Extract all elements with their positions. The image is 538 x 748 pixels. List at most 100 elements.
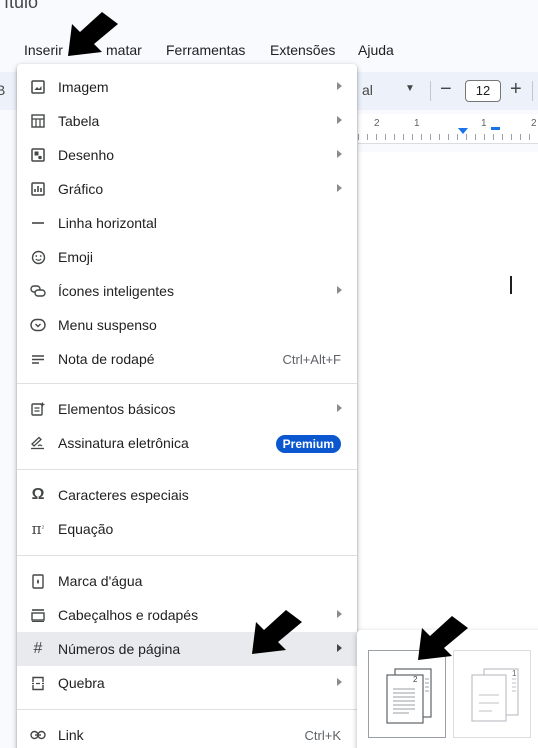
- menu-item-label: Quebra: [58, 675, 105, 691]
- premium-badge: Premium: [275, 435, 341, 453]
- menu-item-label: Emoji: [58, 249, 94, 265]
- font-caret-icon[interactable]: ▼: [405, 83, 415, 94]
- menu-item-label: Menu suspenso: [58, 317, 157, 333]
- submenu-arrow-icon: [337, 82, 342, 90]
- ruler[interactable]: 2 1 1 2: [358, 114, 538, 144]
- menu-item-label: Nota de rodapé: [58, 351, 155, 367]
- menu-item-grafico[interactable]: Gráfico: [17, 172, 357, 206]
- header-footer-icon: [30, 607, 46, 623]
- menu-item-desenho[interactable]: Desenho: [17, 138, 357, 172]
- drawing-icon: [30, 147, 46, 163]
- menu-item-nota-de-rodape[interactable]: Nota de rodapé Ctrl+Alt+F: [17, 342, 357, 376]
- text-cursor: [510, 276, 512, 294]
- menu-item-label: Marca d'água: [58, 573, 143, 589]
- page-number-option-top-right-skip-first[interactable]: 1: [453, 650, 531, 738]
- dropdown-icon: [30, 317, 46, 333]
- increase-font-size-button[interactable]: +: [510, 78, 522, 101]
- menu-item-label: Link: [58, 727, 84, 743]
- menu-item-imagem[interactable]: Imagem: [17, 70, 357, 104]
- document-title[interactable]: ítulo: [4, 0, 38, 13]
- menu-divider: [17, 709, 357, 710]
- menu-item-elementos-basicos[interactable]: Elementos básicos: [17, 392, 357, 426]
- menu-item-linha-horizontal[interactable]: Linha horizontal: [17, 206, 357, 240]
- menu-item-numeros-de-pagina[interactable]: # Números de página: [17, 632, 357, 666]
- page-number-label: 2: [413, 675, 418, 684]
- toolbar-separator: [430, 81, 431, 101]
- menu-item-menu-suspenso[interactable]: Menu suspenso: [17, 308, 357, 342]
- menu-item-label: Equação: [58, 521, 114, 537]
- menu-item-equacao[interactable]: π² Equação: [17, 512, 357, 546]
- menu-item-label: Assinatura eletrônica: [58, 435, 189, 451]
- image-icon: [30, 79, 46, 95]
- table-icon: [30, 113, 46, 129]
- menu-item-quebra[interactable]: Quebra: [17, 666, 357, 700]
- submenu-arrow-icon: [337, 610, 342, 618]
- ruler-label: 2: [531, 118, 537, 129]
- shortcut-text: Ctrl+K: [304, 728, 341, 743]
- format-glyph-icon[interactable]: B: [0, 82, 5, 98]
- ruler-label: 1: [414, 118, 420, 129]
- hash-icon: #: [33, 640, 43, 657]
- page-number-top-right-icon: [386, 668, 432, 724]
- indent-marker[interactable]: [458, 128, 468, 134]
- menu-item-label: Cabeçalhos e rodapés: [58, 607, 199, 623]
- smart-chips-icon: [30, 283, 46, 299]
- page-number-label: 1: [512, 669, 517, 678]
- submenu-arrow-icon: [337, 678, 342, 686]
- font-name-select[interactable]: al: [362, 82, 373, 98]
- menu-item-label: Tabela: [58, 113, 100, 129]
- menu-item-icones-inteligentes[interactable]: Ícones inteligentes: [17, 274, 357, 308]
- ruler-label: 2: [374, 118, 380, 129]
- esignature-icon: [30, 435, 46, 451]
- page-number-skip-first-icon: [471, 668, 519, 722]
- menu-item-cabecalhos-e-rodapes[interactable]: Cabeçalhos e rodapés: [17, 598, 357, 632]
- insert-menu: Imagem Tabela Desenho Gráfico Linha hori…: [17, 64, 357, 748]
- menu-inserir[interactable]: Inserir: [24, 42, 63, 58]
- menu-divider: [17, 469, 357, 470]
- menu-item-label: Números de página: [58, 641, 181, 657]
- menu-item-marca-dagua[interactable]: Marca d'água: [17, 564, 357, 598]
- menu-item-assinatura-eletronica[interactable]: Assinatura eletrônica Premium: [17, 426, 357, 460]
- menu-ferramentas[interactable]: Ferramentas: [166, 42, 245, 58]
- menu-item-label: Elementos básicos: [58, 401, 176, 417]
- pointer-arrow-icon: [68, 12, 118, 56]
- omega-icon: Ω: [31, 486, 45, 503]
- menu-item-label: Gráfico: [58, 181, 104, 197]
- submenu-arrow-icon: [337, 150, 342, 158]
- horizontal-line-icon: [30, 215, 46, 231]
- ruler-ticks: [358, 134, 538, 140]
- menu-extensoes[interactable]: Extensões: [270, 42, 335, 58]
- menu-item-link[interactable]: Link Ctrl+K: [17, 718, 357, 748]
- menu-item-label: Imagem: [58, 79, 109, 95]
- watermark-icon: [30, 573, 46, 589]
- submenu-arrow-icon: [337, 116, 342, 124]
- link-icon: [30, 727, 46, 743]
- break-icon: [30, 675, 46, 691]
- menu-item-emoji[interactable]: Emoji: [17, 240, 357, 274]
- submenu-arrow-icon: [337, 286, 342, 294]
- pointer-arrow-icon: [252, 610, 302, 654]
- page-number-option-top-right-all[interactable]: 2: [368, 650, 446, 738]
- emoji-icon: [30, 249, 46, 265]
- submenu-arrow-icon: [337, 404, 342, 412]
- menu-item-tabela[interactable]: Tabela: [17, 104, 357, 138]
- footnote-icon: [30, 351, 46, 367]
- font-size-input[interactable]: 12: [465, 80, 501, 102]
- toolbar-separator: [532, 81, 533, 101]
- chart-icon: [30, 181, 46, 197]
- menu-item-label: Ícones inteligentes: [58, 283, 174, 299]
- shortcut-text: Ctrl+Alt+F: [282, 352, 341, 367]
- menu-divider: [17, 555, 357, 556]
- menu-ajuda[interactable]: Ajuda: [358, 42, 394, 58]
- pointer-arrow-icon: [418, 616, 468, 660]
- menu-divider: [17, 383, 357, 384]
- submenu-arrow-icon: [337, 184, 342, 192]
- decrease-font-size-button[interactable]: −: [440, 78, 452, 101]
- menu-item-label: Linha horizontal: [58, 215, 157, 231]
- first-line-indent-marker[interactable]: [491, 127, 500, 130]
- ruler-label: 1: [481, 118, 487, 129]
- menu-item-caracteres-especiais[interactable]: Ω Caracteres especiais: [17, 478, 357, 512]
- menu-item-label: Caracteres especiais: [58, 487, 189, 503]
- building-blocks-icon: [30, 401, 46, 417]
- menu-item-label: Desenho: [58, 147, 115, 163]
